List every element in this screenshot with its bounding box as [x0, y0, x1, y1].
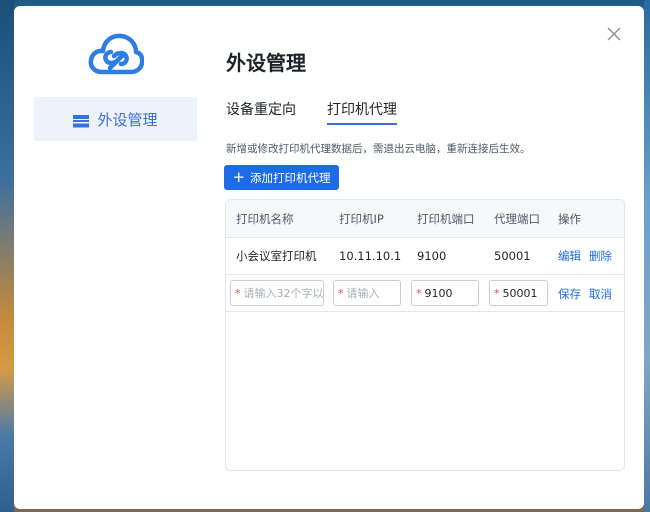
printer-port-input[interactable]: * 9100	[411, 280, 479, 306]
save-link[interactable]: 保存	[558, 286, 581, 302]
printer-ip-placeholder: 请输入	[346, 287, 380, 300]
edit-link[interactable]: 编辑	[558, 249, 581, 263]
proxy-port-input[interactable]: * 50001	[489, 280, 548, 306]
table-row: 小会议室打印机 10.11.10.1 9100 50001 编辑 删除	[226, 238, 624, 275]
hint-text: 新增或修改打印机代理数据后，需退出云电脑，重新连接后生效。	[226, 143, 531, 155]
printer-ip-input[interactable]: * 请输入	[333, 280, 401, 306]
printer-proxy-table: 打印机名称 打印机IP 打印机端口 代理端口 操作 小会议室打印机 10.11.…	[225, 199, 625, 471]
row-actions: 编辑 删除	[558, 248, 620, 264]
add-button-label: 添加打印机代理	[250, 170, 331, 185]
printer-port-cell: 9100	[417, 249, 447, 263]
printer-name-input[interactable]: * 请输入32个字以	[230, 280, 324, 306]
plus-icon: +	[232, 168, 246, 186]
required-marker: *	[235, 286, 241, 300]
page-title: 外设管理	[226, 51, 306, 75]
cloud-logo-icon	[88, 32, 145, 78]
table-edit-row: * 请输入32个字以 * 请输入 * 9100 * 50001 保存 取消	[226, 275, 624, 312]
desktop-wallpaper-left	[0, 0, 14, 512]
sidebar-item-label: 外设管理	[97, 110, 158, 129]
tab-device-redirect[interactable]: 设备重定向	[226, 99, 296, 125]
add-printer-proxy-button[interactable]: + 添加打印机代理	[224, 165, 339, 190]
delete-link[interactable]: 删除	[589, 249, 612, 263]
desktop-wallpaper-right	[644, 0, 650, 512]
tab-bar: 设备重定向 打印机代理	[226, 99, 397, 125]
proxy-port-value: 50001	[502, 286, 538, 300]
printer-name-cell: 小会议室打印机	[236, 249, 317, 263]
column-header-port: 打印机端口	[417, 211, 475, 226]
required-marker: *	[338, 286, 344, 300]
cancel-link[interactable]: 取消	[589, 286, 612, 302]
column-header-actions: 操作	[558, 211, 581, 226]
proxy-port-cell: 50001	[494, 249, 531, 263]
table-header: 打印机名称 打印机IP 打印机端口 代理端口 操作	[226, 200, 624, 238]
column-header-ip: 打印机IP	[339, 211, 384, 226]
close-icon[interactable]	[606, 26, 622, 42]
printer-device-icon	[73, 113, 90, 127]
tab-printer-proxy[interactable]: 打印机代理	[327, 99, 397, 125]
required-marker: *	[416, 286, 422, 300]
printer-port-value: 9100	[424, 286, 453, 300]
column-header-proxy-port: 代理端口	[494, 211, 540, 226]
edit-row-actions: 保存 取消	[558, 275, 620, 312]
printer-ip-cell: 10.11.10.1	[339, 249, 402, 263]
sidebar-item-peripheral-management[interactable]: 外设管理	[34, 97, 197, 141]
required-marker: *	[494, 286, 500, 300]
printer-name-placeholder: 请输入32个字以	[243, 287, 324, 300]
column-header-name: 打印机名称	[236, 211, 294, 226]
peripheral-management-dialog: 外设管理 外设管理 设备重定向 打印机代理 新增或修改打印机代理数据后，需退出云…	[14, 6, 644, 509]
